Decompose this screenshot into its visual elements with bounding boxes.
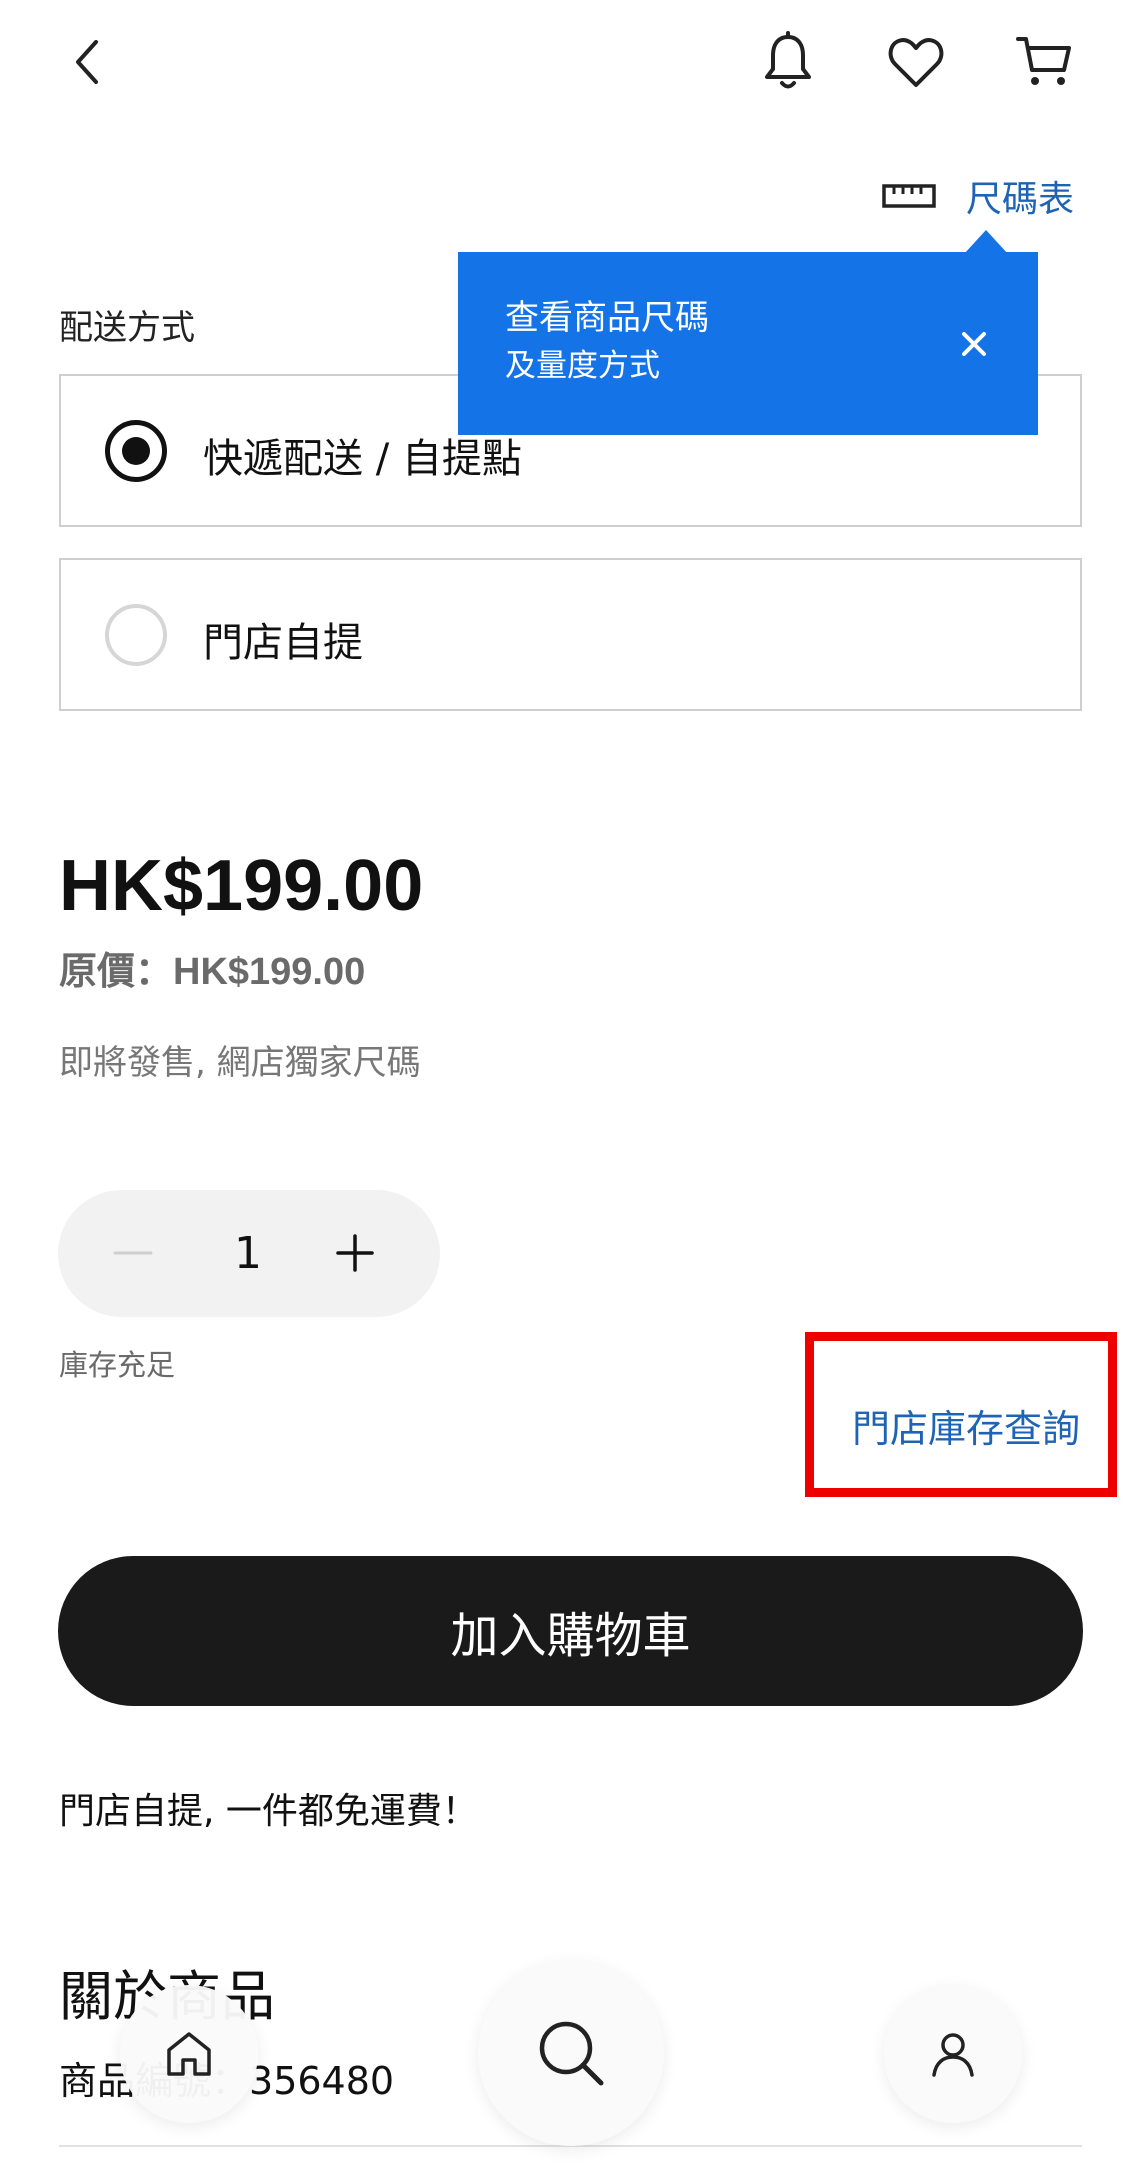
promo-text: 門店自提, 一件都免運費！ xyxy=(59,1791,478,1832)
radio-unselected[interactable] xyxy=(105,604,167,666)
size-chart-link[interactable]: 尺碼表 xyxy=(882,168,1074,224)
home-icon xyxy=(167,2032,211,2076)
account-button[interactable] xyxy=(884,1985,1022,2123)
release-note: 即將發售, 網店獨家尺碼 xyxy=(59,1043,421,1083)
size-chart-label: 尺碼表 xyxy=(966,179,1075,220)
decrease-button[interactable] xyxy=(98,1220,168,1286)
product-code-value: 356480 xyxy=(249,2059,395,2103)
tooltip-line-1: 查看商品尺碼 xyxy=(505,298,709,338)
notification-button[interactable] xyxy=(750,24,826,100)
cart-button[interactable] xyxy=(1006,24,1082,100)
plus-icon xyxy=(336,1234,374,1272)
bell-icon xyxy=(765,31,811,89)
increase-button[interactable] xyxy=(320,1220,390,1286)
add-to-cart-button[interactable]: 加入購物車 xyxy=(58,1556,1083,1706)
wishlist-button[interactable] xyxy=(878,24,954,100)
size-chart-tooltip: 查看商品尺碼 及量度方式 xyxy=(458,252,1038,435)
store-stock-link[interactable]: 門店庫存查詢 xyxy=(852,1398,1080,1453)
delivery-method-label: 配送方式 xyxy=(59,308,195,348)
original-price: 原價：HK$199.00 xyxy=(59,951,366,993)
user-icon xyxy=(932,2033,974,2077)
stock-status: 庫存充足 xyxy=(59,1348,176,1382)
ruler-icon xyxy=(882,182,936,210)
quantity-stepper: 1 xyxy=(58,1190,440,1317)
tooltip-arrow xyxy=(964,230,1008,254)
tooltip-close-button[interactable] xyxy=(950,320,998,368)
quantity-value: 1 xyxy=(234,1228,262,1279)
current-price: HK$199.00 xyxy=(59,846,424,926)
cart-icon xyxy=(1016,37,1071,85)
close-icon xyxy=(962,332,986,356)
home-button[interactable] xyxy=(120,1985,258,2123)
delivery-option-label: 門店自提 xyxy=(203,620,363,666)
heart-icon xyxy=(888,38,944,87)
back-button[interactable] xyxy=(50,24,126,100)
tooltip-line-2: 及量度方式 xyxy=(505,348,660,384)
radio-selected[interactable] xyxy=(105,420,167,482)
chevron-left-icon xyxy=(76,40,98,84)
search-icon xyxy=(539,2021,604,2086)
delivery-option-store-pickup[interactable]: 門店自提 xyxy=(59,558,1082,711)
search-button[interactable] xyxy=(478,1960,664,2146)
minus-icon xyxy=(113,1251,153,1255)
